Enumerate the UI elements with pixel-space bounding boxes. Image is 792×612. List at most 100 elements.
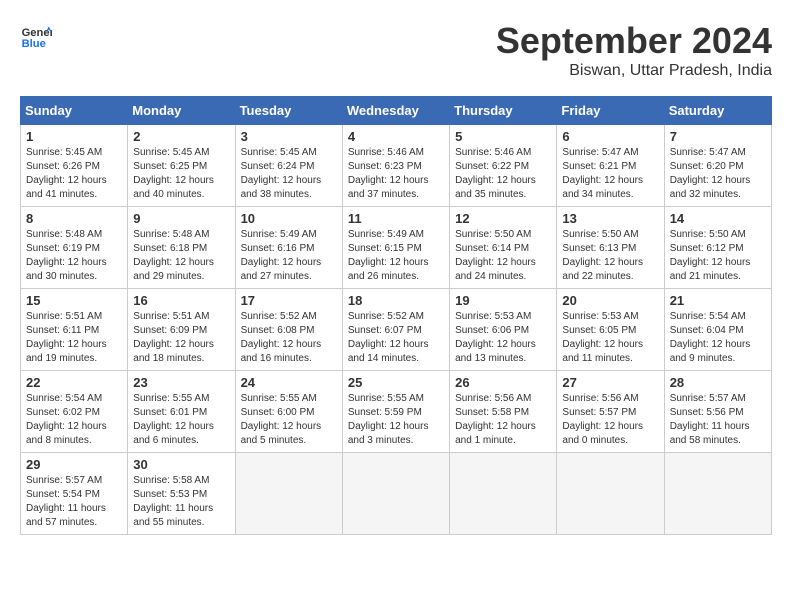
table-row: 28Sunrise: 5:57 AM Sunset: 5:56 PM Dayli…: [664, 371, 771, 453]
title-block: September 2024 Biswan, Uttar Pradesh, In…: [496, 20, 772, 80]
day-info: Sunrise: 5:55 AM Sunset: 6:00 PM Dayligh…: [241, 392, 337, 448]
table-row: 17 Sunrise: 5:52 AM Sunset: 6:08 PM Dayli…: [235, 289, 342, 371]
day-number: 8: [26, 211, 122, 226]
table-row: 19 Sunrise: 5:53 AM Sunset: 6:06 PM Dayli…: [450, 289, 557, 371]
day-number: 1: [26, 129, 122, 144]
day-number: 16: [133, 293, 229, 308]
col-thursday: Thursday: [450, 97, 557, 125]
table-row: 14 Sunrise: 5:50 AM Sunset: 6:12 PM Dayli…: [664, 207, 771, 289]
day-info: Sunrise: 5:50 AM Sunset: 6:14 PM Dayligh…: [455, 228, 551, 284]
day-info: Sunrise: 5:55 AM Sunset: 6:01 PM Dayligh…: [133, 392, 229, 448]
col-monday: Monday: [128, 97, 235, 125]
day-number: 3: [241, 129, 337, 144]
day-info: Sunrise: 5:56 AM Sunset: 5:58 PM Dayligh…: [455, 392, 551, 448]
day-number: 10: [241, 211, 337, 226]
table-row: 23 Sunrise: 5:55 AM Sunset: 6:01 PM Dayli…: [128, 371, 235, 453]
day-info: Sunrise: 5:50 AM Sunset: 6:13 PM Dayligh…: [562, 228, 658, 284]
day-number: 26: [455, 375, 551, 390]
day-number: 12: [455, 211, 551, 226]
table-row: [664, 453, 771, 535]
day-info: Sunrise: 5:47 AM Sunset: 6:21 PM Dayligh…: [562, 146, 658, 202]
day-info: Sunrise: 5:52 AM Sunset: 6:07 PM Dayligh…: [348, 310, 444, 366]
location: Biswan, Uttar Pradesh, India: [496, 62, 772, 80]
logo: General Blue: [20, 20, 52, 52]
table-row: 1 Sunrise: 5:45 AM Sunset: 6:26 PM Daylig…: [21, 125, 128, 207]
table-row: 29Sunrise: 5:57 AM Sunset: 5:54 PM Dayli…: [21, 453, 128, 535]
table-row: [342, 453, 449, 535]
table-row: 11 Sunrise: 5:49 AM Sunset: 6:15 PM Dayli…: [342, 207, 449, 289]
day-info: Sunrise: 5:51 AM Sunset: 6:11 PM Dayligh…: [26, 310, 122, 366]
day-number: 21: [670, 293, 766, 308]
table-row: 27Sunrise: 5:56 AM Sunset: 5:57 PM Dayli…: [557, 371, 664, 453]
table-row: 25 Sunrise: 5:55 AM Sunset: 5:59 PM Dayli…: [342, 371, 449, 453]
table-row: 30 Sunrise: 5:58 AM Sunset: 5:53 PM Dayli…: [128, 453, 235, 535]
table-row: 22Sunrise: 5:54 AM Sunset: 6:02 PM Dayli…: [21, 371, 128, 453]
calendar-table: Sunday Monday Tuesday Wednesday Thursday…: [20, 96, 772, 535]
table-row: 4 Sunrise: 5:46 AM Sunset: 6:23 PM Daylig…: [342, 125, 449, 207]
day-number: 13: [562, 211, 658, 226]
day-info: Sunrise: 5:49 AM Sunset: 6:15 PM Dayligh…: [348, 228, 444, 284]
day-info: Sunrise: 5:46 AM Sunset: 6:23 PM Dayligh…: [348, 146, 444, 202]
day-info: Sunrise: 5:54 AM Sunset: 6:02 PM Dayligh…: [26, 392, 122, 448]
day-info: Sunrise: 5:49 AM Sunset: 6:16 PM Dayligh…: [241, 228, 337, 284]
day-number: 19: [455, 293, 551, 308]
table-row: [235, 453, 342, 535]
table-row: 3 Sunrise: 5:45 AM Sunset: 6:24 PM Daylig…: [235, 125, 342, 207]
day-number: 5: [455, 129, 551, 144]
day-info: Sunrise: 5:57 AM Sunset: 5:56 PM Dayligh…: [670, 392, 766, 448]
day-info: Sunrise: 5:50 AM Sunset: 6:12 PM Dayligh…: [670, 228, 766, 284]
day-info: Sunrise: 5:52 AM Sunset: 6:08 PM Dayligh…: [241, 310, 337, 366]
day-info: Sunrise: 5:46 AM Sunset: 6:22 PM Dayligh…: [455, 146, 551, 202]
calendar-row: 1 Sunrise: 5:45 AM Sunset: 6:26 PM Daylig…: [21, 125, 772, 207]
table-row: [450, 453, 557, 535]
calendar-row: 8 Sunrise: 5:48 AM Sunset: 6:19 PM Daylig…: [21, 207, 772, 289]
table-row: 26 Sunrise: 5:56 AM Sunset: 5:58 PM Dayli…: [450, 371, 557, 453]
day-number: 17: [241, 293, 337, 308]
day-info: Sunrise: 5:48 AM Sunset: 6:19 PM Dayligh…: [26, 228, 122, 284]
svg-text:General: General: [22, 27, 52, 39]
col-saturday: Saturday: [664, 97, 771, 125]
month-title: September 2024: [496, 20, 772, 62]
day-info: Sunrise: 5:57 AM Sunset: 5:54 PM Dayligh…: [26, 474, 122, 530]
table-row: 18 Sunrise: 5:52 AM Sunset: 6:07 PM Dayli…: [342, 289, 449, 371]
calendar-row: 29Sunrise: 5:57 AM Sunset: 5:54 PM Dayli…: [21, 453, 772, 535]
table-row: 7Sunrise: 5:47 AM Sunset: 6:20 PM Daylig…: [664, 125, 771, 207]
logo-icon: General Blue: [20, 20, 52, 52]
table-row: 20 Sunrise: 5:53 AM Sunset: 6:05 PM Dayli…: [557, 289, 664, 371]
day-info: Sunrise: 5:54 AM Sunset: 6:04 PM Dayligh…: [670, 310, 766, 366]
table-row: 15 Sunrise: 5:51 AM Sunset: 6:11 PM Dayli…: [21, 289, 128, 371]
day-number: 25: [348, 375, 444, 390]
day-number: 30: [133, 457, 229, 472]
day-number: 9: [133, 211, 229, 226]
table-row: 21 Sunrise: 5:54 AM Sunset: 6:04 PM Dayli…: [664, 289, 771, 371]
day-info: Sunrise: 5:47 AM Sunset: 6:20 PM Dayligh…: [670, 146, 766, 202]
table-row: 24 Sunrise: 5:55 AM Sunset: 6:00 PM Dayli…: [235, 371, 342, 453]
day-info: Sunrise: 5:45 AM Sunset: 6:24 PM Dayligh…: [241, 146, 337, 202]
header-row: Sunday Monday Tuesday Wednesday Thursday…: [21, 97, 772, 125]
day-info: Sunrise: 5:45 AM Sunset: 6:25 PM Dayligh…: [133, 146, 229, 202]
day-info: Sunrise: 5:55 AM Sunset: 5:59 PM Dayligh…: [348, 392, 444, 448]
table-row: 8 Sunrise: 5:48 AM Sunset: 6:19 PM Daylig…: [21, 207, 128, 289]
day-number: 14: [670, 211, 766, 226]
day-info: Sunrise: 5:58 AM Sunset: 5:53 PM Dayligh…: [133, 474, 229, 530]
day-number: 24: [241, 375, 337, 390]
col-friday: Friday: [557, 97, 664, 125]
col-tuesday: Tuesday: [235, 97, 342, 125]
table-row: 13 Sunrise: 5:50 AM Sunset: 6:13 PM Dayli…: [557, 207, 664, 289]
day-info: Sunrise: 5:53 AM Sunset: 6:06 PM Dayligh…: [455, 310, 551, 366]
day-number: 18: [348, 293, 444, 308]
day-number: 20: [562, 293, 658, 308]
table-row: [557, 453, 664, 535]
col-sunday: Sunday: [21, 97, 128, 125]
table-row: 9Sunrise: 5:48 AM Sunset: 6:18 PM Daylig…: [128, 207, 235, 289]
day-number: 11: [348, 211, 444, 226]
day-info: Sunrise: 5:53 AM Sunset: 6:05 PM Dayligh…: [562, 310, 658, 366]
day-number: 4: [348, 129, 444, 144]
page-header: General Blue September 2024 Biswan, Utta…: [20, 20, 772, 80]
day-number: 15: [26, 293, 122, 308]
day-info: Sunrise: 5:45 AM Sunset: 6:26 PM Dayligh…: [26, 146, 122, 202]
table-row: 6Sunrise: 5:47 AM Sunset: 6:21 PM Daylig…: [557, 125, 664, 207]
table-row: 16Sunrise: 5:51 AM Sunset: 6:09 PM Dayli…: [128, 289, 235, 371]
svg-text:Blue: Blue: [22, 38, 46, 50]
day-number: 23: [133, 375, 229, 390]
